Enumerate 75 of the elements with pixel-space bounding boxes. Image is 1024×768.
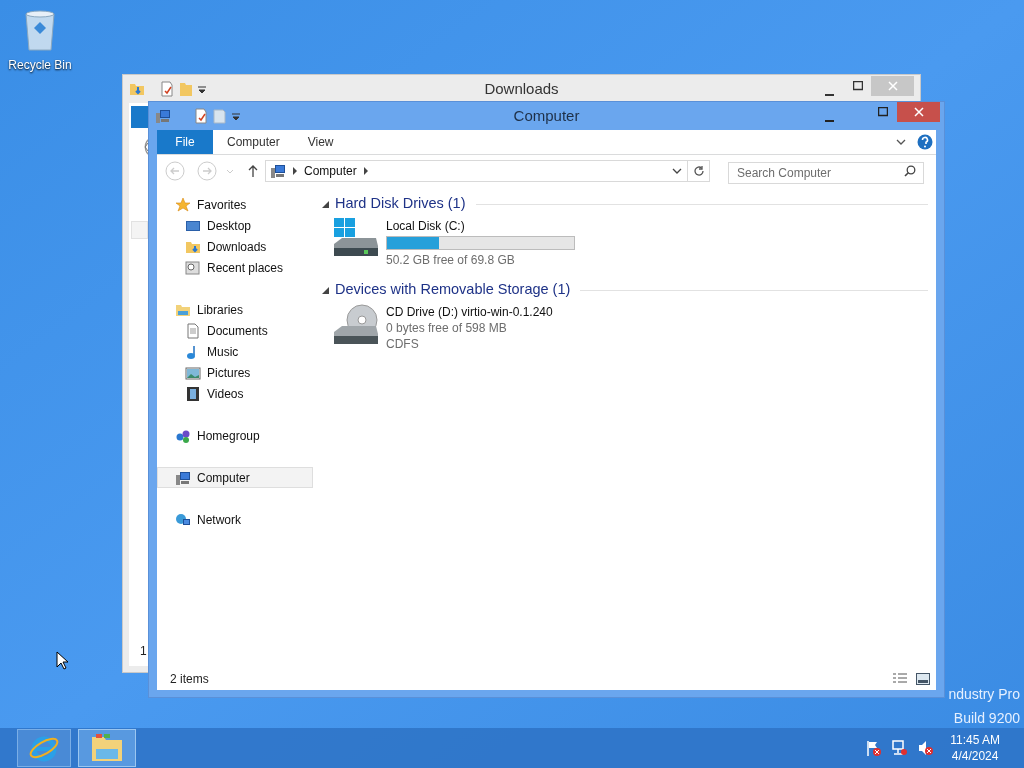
group-header[interactable]: Devices with Removable Storage (1): [335, 279, 571, 301]
folder-icon: [179, 81, 193, 97]
nav-item[interactable]: Desktop: [157, 215, 313, 236]
nav-item[interactable]: Music: [157, 341, 313, 362]
ribbon-tab[interactable]: View: [293, 130, 348, 154]
drive-detail: CDFS: [386, 336, 420, 352]
action-center-flag-icon[interactable]: [865, 740, 882, 756]
nav-item-label[interactable]: Favorites: [197, 195, 247, 214]
close-icon[interactable]: [913, 107, 924, 117]
nav-item[interactable]: Favorites: [157, 194, 313, 215]
nav-item[interactable]: Videos: [157, 383, 313, 404]
window-title: Downloads: [483, 78, 560, 99]
nav-item[interactable]: Downloads: [157, 236, 313, 257]
nav-item-label[interactable]: Pictures: [207, 363, 251, 382]
nav-item[interactable]: Network: [157, 509, 313, 530]
nav-item-label[interactable]: Downloads: [207, 237, 267, 256]
film-icon: [185, 385, 201, 402]
address-crumb[interactable]: Computer: [304, 162, 357, 180]
nav-item-label[interactable]: Network: [197, 510, 241, 529]
drive-name[interactable]: CD Drive (D:) virtio-win-0.1.240: [386, 304, 553, 320]
up-arrow-icon[interactable]: [247, 164, 259, 178]
mouse-pointer-icon: [56, 651, 68, 670]
collapse-icon[interactable]: [322, 286, 329, 294]
drive-detail: 50.2 GB free of 69.8 GB: [386, 252, 516, 268]
status-text: 2 items: [170, 671, 209, 688]
refresh-button[interactable]: [688, 160, 710, 182]
nav-item-label[interactable]: Videos: [207, 384, 244, 403]
chevron-icon: [292, 166, 298, 176]
drive-name[interactable]: Local Disk (C:): [386, 218, 575, 234]
search-field[interactable]: Search Computer: [728, 162, 924, 184]
large-icons-view-icon[interactable]: [916, 673, 930, 685]
nav-item-label[interactable]: Computer: [197, 468, 250, 487]
ribbon-tab[interactable]: File: [157, 130, 213, 154]
star-icon: [175, 196, 191, 213]
status-text: 1: [140, 643, 147, 660]
maximize-icon[interactable]: [878, 107, 888, 117]
speaker-muted-icon[interactable]: [917, 740, 934, 756]
refresh-icon[interactable]: [692, 165, 705, 177]
nav-item-label[interactable]: Desktop: [207, 216, 252, 235]
nav-item[interactable]: Pictures: [157, 362, 313, 383]
maximize-icon[interactable]: [853, 81, 863, 91]
search-icon[interactable]: [904, 165, 916, 177]
group-header[interactable]: Hard Disk Drives (1): [335, 193, 466, 215]
address-bar[interactable]: Computer: [265, 160, 688, 182]
computer-icon: [270, 163, 286, 179]
network-icon[interactable]: [891, 740, 908, 756]
drive-detail: 0 bytes free of 598 MB: [386, 320, 508, 336]
nav-item-label[interactable]: Documents: [207, 321, 268, 340]
edition-text: Build 9200: [953, 709, 1020, 728]
clock-date: 4/4/2024: [951, 748, 999, 764]
document-icon: [185, 322, 201, 339]
nav-item[interactable]: Libraries: [157, 299, 313, 320]
nav-item-label[interactable]: Libraries: [197, 300, 244, 319]
nav-item-label[interactable]: Music: [207, 342, 239, 361]
edition-text: ndustry Pro: [948, 685, 1020, 704]
nav-item[interactable]: Homegroup: [157, 425, 313, 446]
clock[interactable]: 11:45 AM 4/4/2024: [950, 732, 1000, 764]
clock-time: 11:45 AM: [950, 732, 1000, 748]
ribbon-tab[interactable]: Computer: [213, 130, 294, 154]
nav-item-label[interactable]: Homegroup: [197, 426, 260, 445]
network-icon: [175, 511, 191, 528]
nav-item[interactable]: Recent places: [157, 257, 313, 278]
window-title: Computer: [512, 105, 581, 126]
nav-item-label[interactable]: Recent places: [207, 258, 284, 277]
computer-icon: [175, 469, 191, 486]
computer-icon: [155, 108, 171, 124]
folder-icon[interactable]: [90, 733, 124, 763]
nav-item[interactable]: Computer: [157, 467, 313, 488]
picture-icon: [185, 364, 201, 381]
nav-item[interactable]: Documents: [157, 320, 313, 341]
properties-icon: [159, 81, 175, 97]
chevron-icon: [362, 166, 369, 176]
collapse-icon[interactable]: [322, 200, 329, 208]
folder-icon: [129, 81, 145, 97]
properties-icon[interactable]: [193, 108, 209, 124]
